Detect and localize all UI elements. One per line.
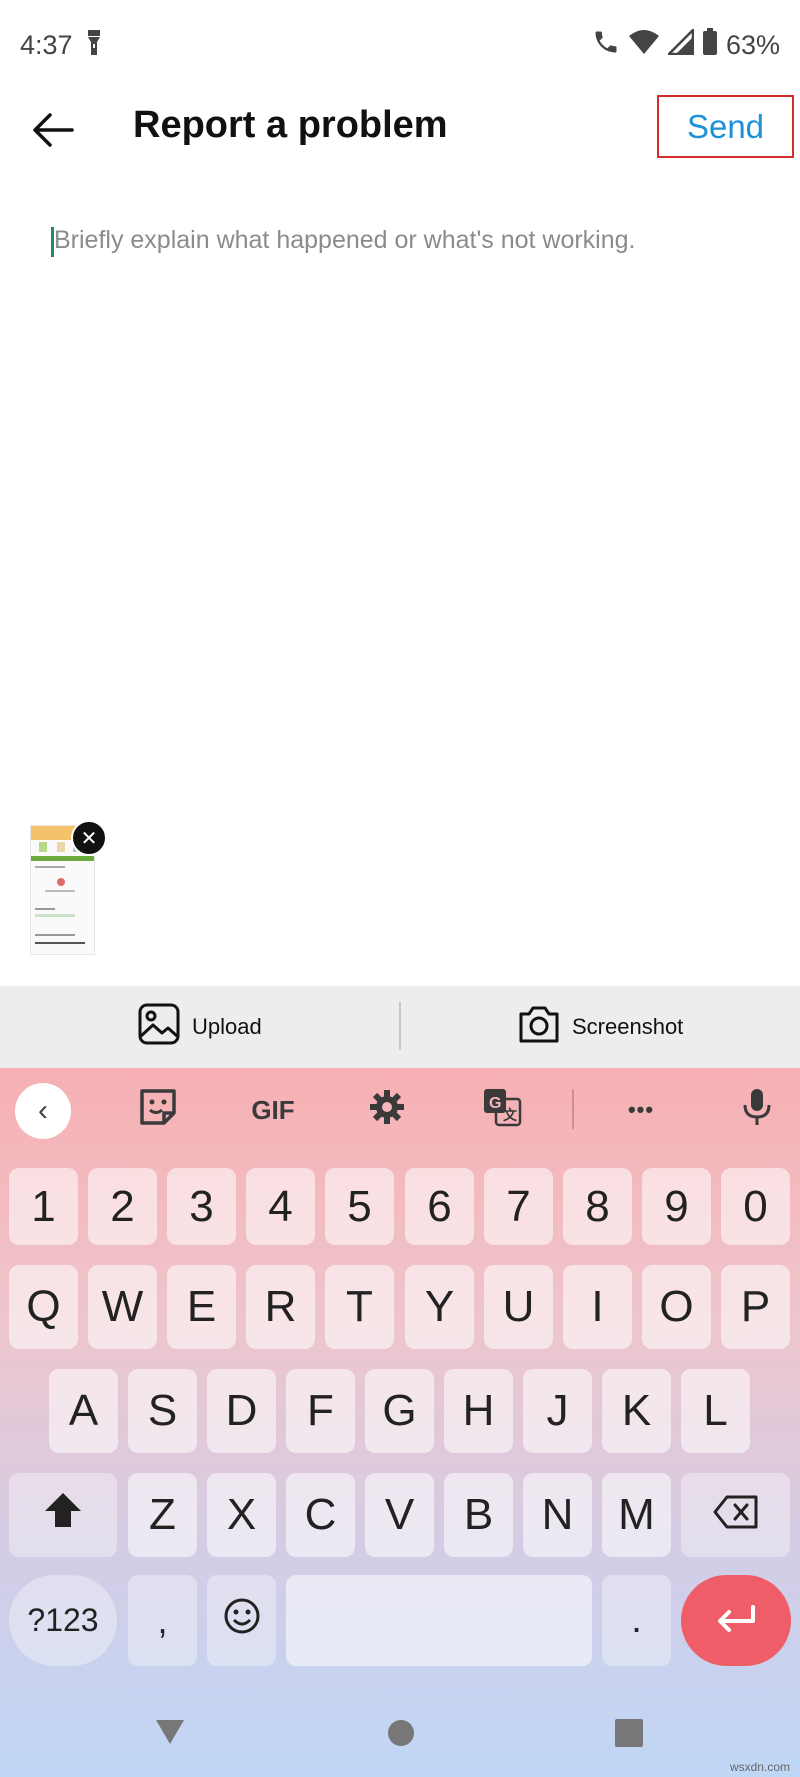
send-button[interactable]: Send (657, 95, 794, 158)
nav-recents-button[interactable] (614, 1718, 644, 1753)
key-6[interactable]: 6 (405, 1168, 474, 1245)
sticker-button[interactable] (133, 1085, 183, 1135)
symbols-key[interactable]: ?123 (9, 1575, 117, 1666)
key-x[interactable]: X (207, 1473, 276, 1557)
gear-icon (368, 1088, 406, 1133)
key-z[interactable]: Z (128, 1473, 197, 1557)
status-time: 4:37 (20, 30, 73, 60)
camera-icon (518, 1004, 560, 1050)
status-icons: 63% (592, 26, 780, 63)
toolbar-divider (572, 1089, 574, 1129)
backspace-key[interactable] (681, 1473, 790, 1557)
page-title: Report a problem (133, 104, 448, 146)
key-q[interactable]: Q (9, 1265, 78, 1349)
key-o[interactable]: O (642, 1265, 711, 1349)
chevron-left-icon: ‹ (38, 1094, 48, 1127)
key-j[interactable]: J (523, 1369, 592, 1453)
key-a[interactable]: A (49, 1369, 118, 1453)
nav-back-button[interactable] (154, 1718, 186, 1751)
key-v[interactable]: V (365, 1473, 434, 1557)
description-input[interactable] (40, 210, 760, 760)
key-7[interactable]: 7 (484, 1168, 553, 1245)
key-4[interactable]: 4 (246, 1168, 315, 1245)
back-button[interactable] (28, 104, 80, 156)
shift-icon (43, 1490, 83, 1540)
key-t[interactable]: T (325, 1265, 394, 1349)
period-key[interactable]: . (602, 1575, 671, 1666)
battery-percent: 63% (725, 30, 780, 60)
divider (399, 1002, 401, 1050)
comma-key[interactable]: , (128, 1575, 197, 1666)
key-e[interactable]: E (167, 1265, 236, 1349)
key-9[interactable]: 9 (642, 1168, 711, 1245)
description-placeholder: Briefly explain what happened or what's … (54, 226, 636, 254)
sticker-icon (138, 1087, 178, 1134)
enter-icon (715, 1596, 757, 1646)
key-p[interactable]: P (721, 1265, 790, 1349)
more-button[interactable]: ••• (616, 1085, 666, 1135)
shift-key[interactable] (9, 1473, 117, 1557)
nav-home-button[interactable] (387, 1719, 415, 1752)
emoji-key[interactable] (207, 1575, 276, 1666)
key-f[interactable]: F (286, 1369, 355, 1453)
voice-input-button[interactable] (732, 1085, 782, 1135)
key-5[interactable]: 5 (325, 1168, 394, 1245)
status-bar: 4:37 63% (0, 0, 800, 95)
key-y[interactable]: Y (405, 1265, 474, 1349)
key-u[interactable]: U (484, 1265, 553, 1349)
upload-label: Upload (192, 1014, 262, 1039)
square-recents-icon (614, 1719, 644, 1752)
key-m[interactable]: M (602, 1473, 671, 1557)
keyboard-collapse-button[interactable]: ‹ (15, 1083, 71, 1139)
arrow-left-icon (28, 113, 80, 160)
key-0[interactable]: 0 (721, 1168, 790, 1245)
settings-button[interactable] (362, 1085, 412, 1135)
key-w[interactable]: W (88, 1265, 157, 1349)
key-g[interactable]: G (365, 1369, 434, 1453)
screenshot-label: Screenshot (572, 1014, 684, 1039)
key-1[interactable]: 1 (9, 1168, 78, 1245)
call-icon (592, 28, 620, 63)
enter-key[interactable] (681, 1575, 791, 1666)
key-r[interactable]: R (246, 1265, 315, 1349)
translate-icon: G文 (482, 1087, 522, 1134)
svg-text:文: 文 (503, 1107, 518, 1123)
close-icon: ✕ (80, 827, 98, 850)
key-k[interactable]: K (602, 1369, 671, 1453)
key-l[interactable]: L (681, 1369, 750, 1453)
home-circle-icon (387, 1720, 415, 1751)
gif-button[interactable]: GIF (247, 1085, 299, 1135)
key-d[interactable]: D (207, 1369, 276, 1453)
watermark: wsxdn.com (729, 1760, 790, 1774)
key-3[interactable]: 3 (167, 1168, 236, 1245)
screenshot-button[interactable]: Screenshot (518, 998, 683, 1056)
key-b[interactable]: B (444, 1473, 513, 1557)
signal-icon (665, 26, 695, 62)
key-s[interactable]: S (128, 1369, 197, 1453)
upload-button[interactable]: Upload (138, 998, 262, 1056)
key-n[interactable]: N (523, 1473, 592, 1557)
key-8[interactable]: 8 (563, 1168, 632, 1245)
key-i[interactable]: I (563, 1265, 632, 1349)
mic-icon (742, 1087, 772, 1134)
remove-attachment-button[interactable]: ✕ (71, 820, 107, 856)
backspace-icon (713, 1490, 759, 1540)
svg-text:G: G (489, 1095, 501, 1112)
flashlight-icon (86, 30, 102, 61)
wifi-icon (628, 29, 660, 62)
triangle-back-icon (154, 1720, 186, 1750)
smiley-icon (223, 1597, 261, 1645)
battery-icon (702, 28, 718, 63)
key-2[interactable]: 2 (88, 1168, 157, 1245)
key-h[interactable]: H (444, 1369, 513, 1453)
space-key[interactable] (286, 1575, 592, 1666)
translate-button[interactable]: G文 (477, 1085, 527, 1135)
key-c[interactable]: C (286, 1473, 355, 1557)
image-icon (138, 1003, 180, 1051)
